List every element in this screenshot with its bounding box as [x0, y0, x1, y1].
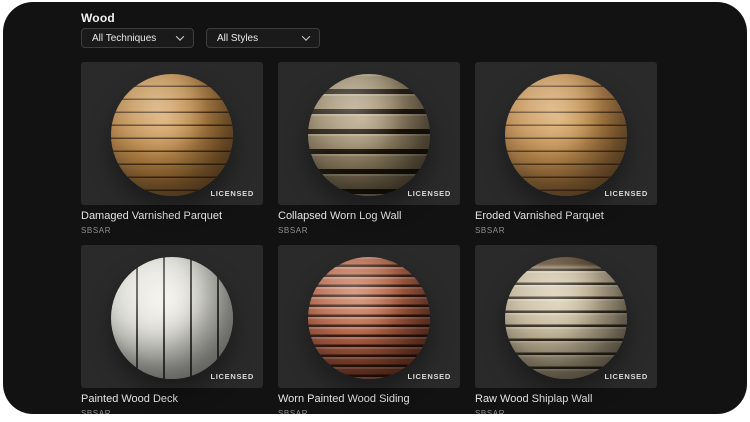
material-name[interactable]: Raw Wood Shiplap Wall: [475, 393, 657, 406]
material-name[interactable]: Worn Painted Wood Siding: [278, 393, 460, 406]
material-sphere-image: [505, 257, 627, 379]
material-sphere-image: [505, 74, 627, 196]
licensed-badge: LICENSED: [210, 189, 254, 198]
material-name[interactable]: Eroded Varnished Parquet: [475, 210, 657, 223]
material-format: SBSAR: [278, 409, 309, 414]
material-sphere-image: [308, 257, 430, 379]
material-sphere-image: [111, 257, 233, 379]
material-card[interactable]: LICENSED Collapsed Worn Log Wall SBSAR: [278, 62, 460, 235]
licensed-badge: LICENSED: [210, 372, 254, 381]
page-title: Wood: [81, 11, 115, 25]
material-name[interactable]: Damaged Varnished Parquet: [81, 210, 263, 223]
material-preview-tile[interactable]: LICENSED: [81, 245, 263, 388]
material-grid: LICENSED Damaged Varnished Parquet SBSAR…: [81, 62, 657, 414]
material-format: SBSAR: [475, 409, 506, 414]
material-preview-tile[interactable]: LICENSED: [81, 62, 263, 205]
material-sphere-image: [308, 74, 430, 196]
material-card[interactable]: LICENSED Damaged Varnished Parquet SBSAR: [81, 62, 263, 235]
material-preview-tile[interactable]: LICENSED: [278, 62, 460, 205]
material-format: SBSAR: [81, 226, 112, 235]
licensed-badge: LICENSED: [604, 189, 648, 198]
asset-library-window: Wood All Techniques All Styles LICENSED …: [3, 2, 747, 414]
licensed-badge: LICENSED: [407, 372, 451, 381]
material-card[interactable]: LICENSED Raw Wood Shiplap Wall SBSAR: [475, 245, 657, 414]
material-format: SBSAR: [81, 409, 112, 414]
material-preview-tile[interactable]: LICENSED: [475, 245, 657, 388]
techniques-dropdown[interactable]: All Techniques: [81, 28, 194, 48]
licensed-badge: LICENSED: [604, 372, 648, 381]
chevron-down-icon: [175, 32, 185, 41]
material-preview-tile[interactable]: LICENSED: [278, 245, 460, 388]
material-name[interactable]: Painted Wood Deck: [81, 393, 263, 406]
material-name[interactable]: Collapsed Worn Log Wall: [278, 210, 460, 223]
techniques-dropdown-label: All Techniques: [92, 32, 157, 44]
styles-dropdown-label: All Styles: [217, 32, 259, 44]
chevron-down-icon: [301, 32, 311, 41]
licensed-badge: LICENSED: [407, 189, 451, 198]
filter-bar: All Techniques All Styles: [81, 28, 320, 48]
material-sphere-image: [111, 74, 233, 196]
material-preview-tile[interactable]: LICENSED: [475, 62, 657, 205]
material-format: SBSAR: [278, 226, 309, 235]
material-card[interactable]: LICENSED Painted Wood Deck SBSAR: [81, 245, 263, 414]
material-card[interactable]: LICENSED Worn Painted Wood Siding SBSAR: [278, 245, 460, 414]
styles-dropdown[interactable]: All Styles: [206, 28, 320, 48]
material-format: SBSAR: [475, 226, 506, 235]
material-card[interactable]: LICENSED Eroded Varnished Parquet SBSAR: [475, 62, 657, 235]
